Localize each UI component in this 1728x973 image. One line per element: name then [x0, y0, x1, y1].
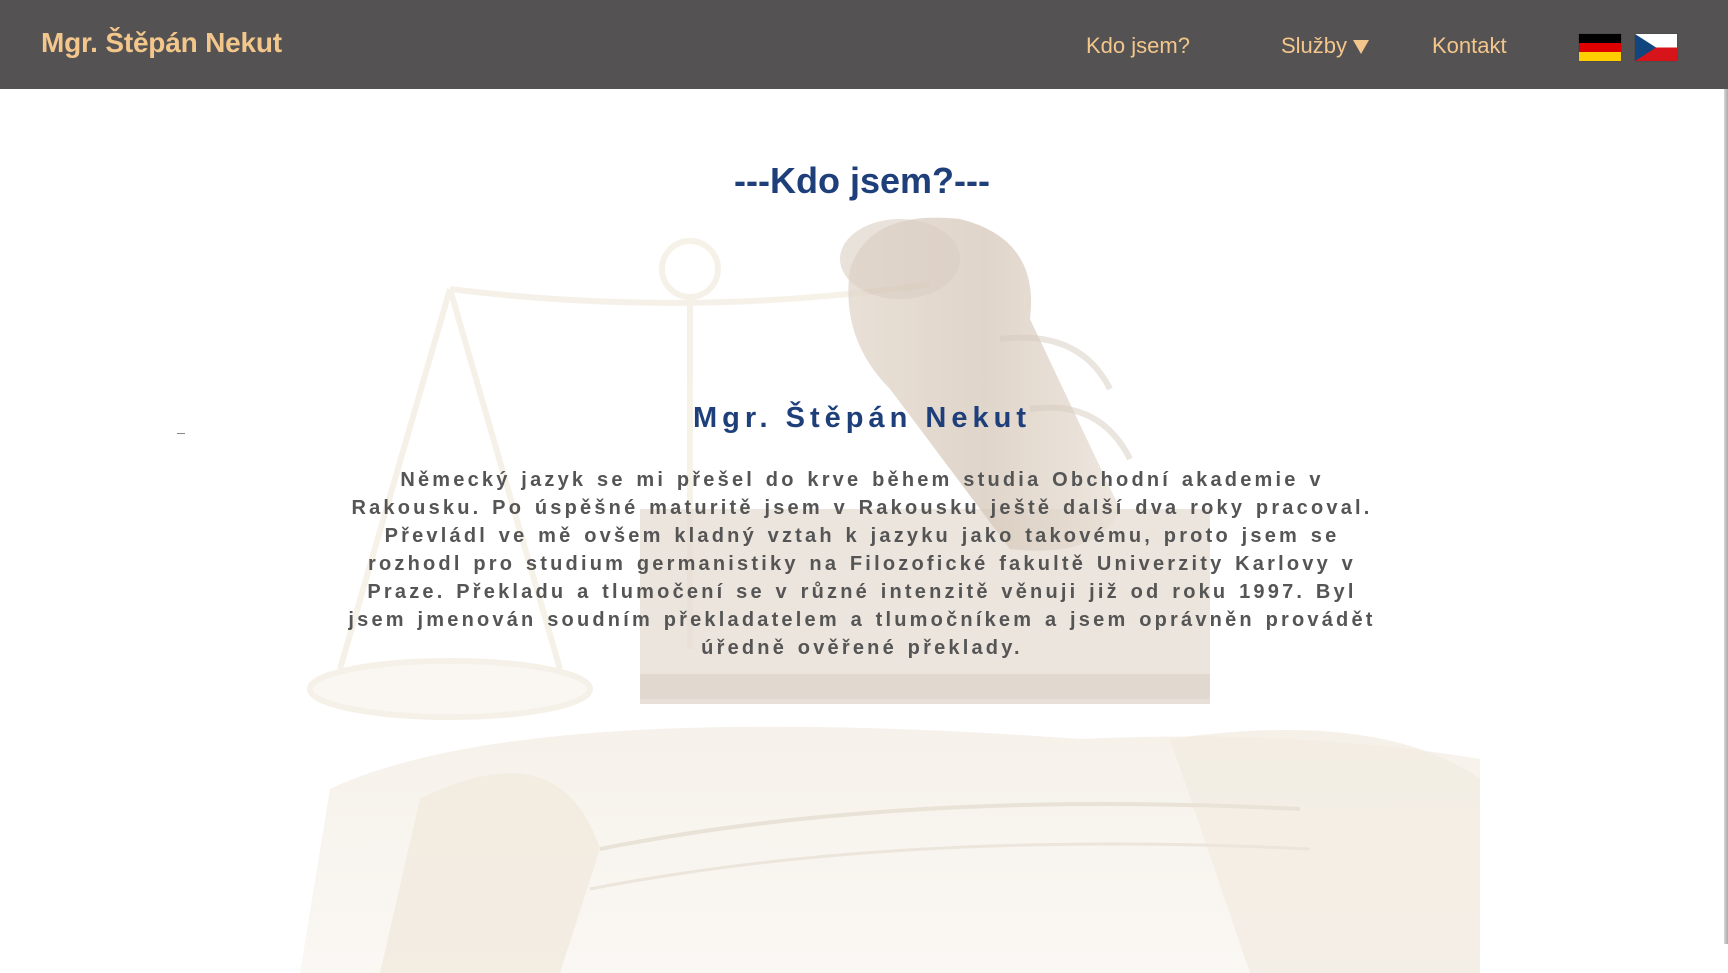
section-title: ---Kdo jsem?---	[734, 160, 990, 201]
brand-logo-link[interactable]: Mgr. Štěpán Nekut	[41, 27, 282, 59]
page: Mgr. Štěpán Nekut Kdo jsem? Služby Konta…	[0, 0, 1728, 973]
nav-link-contact[interactable]: Kontakt	[1432, 33, 1507, 59]
nav-link-who-am-i[interactable]: Kdo jsem?	[1086, 33, 1190, 59]
bio-paragraph: Německý jazyk se mi přešel do krve během…	[348, 469, 1376, 659]
nav-services-label: Služby	[1281, 33, 1348, 58]
nav-link-services[interactable]: Služby	[1281, 33, 1370, 59]
top-navbar: Mgr. Štěpán Nekut Kdo jsem? Služby Konta…	[0, 0, 1728, 89]
czech-flag-icon[interactable]	[1635, 34, 1677, 61]
caret-down-icon	[1353, 40, 1370, 54]
page-scrollbar[interactable]	[1724, 89, 1728, 944]
person-name-heading: Mgr. Štěpán Nekut	[693, 402, 1031, 434]
german-flag-icon[interactable]	[1579, 34, 1621, 61]
